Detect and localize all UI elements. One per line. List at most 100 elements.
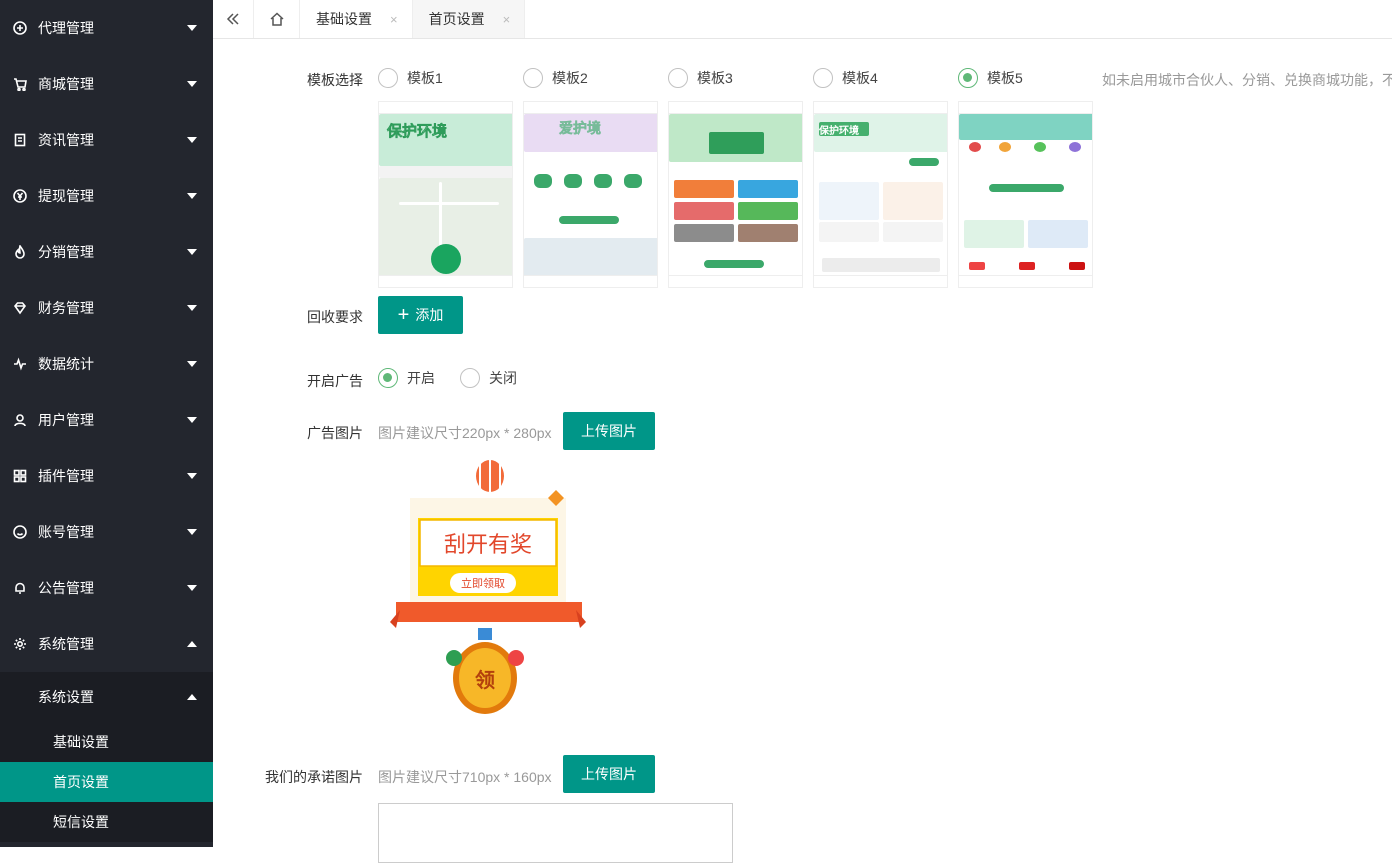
bell-icon bbox=[12, 580, 28, 596]
sidebar-item-label: 资讯管理 bbox=[38, 132, 94, 148]
ad-enable-label: 开启广告 bbox=[307, 373, 363, 389]
template-radio-1[interactable]: 模板1 bbox=[378, 68, 443, 88]
chevron-down-icon bbox=[187, 473, 197, 479]
tab-home-settings[interactable]: 首页设置 × bbox=[412, 0, 526, 38]
ad-image-preview: 刮开有奖 立即领取 领 bbox=[388, 458, 588, 718]
chevron-down-icon bbox=[187, 249, 197, 255]
sidebar-item-1[interactable]: 商城管理 bbox=[0, 56, 213, 112]
cart-icon bbox=[12, 76, 28, 92]
sidebar-submenu-system-settings[interactable]: 系统设置 bbox=[0, 672, 213, 722]
document-icon bbox=[12, 132, 28, 148]
sidebar-item-9[interactable]: 账号管理 bbox=[0, 504, 213, 560]
sidebar-item-11[interactable]: 系统管理 bbox=[0, 616, 213, 672]
recycle-label: 回收要求 bbox=[307, 309, 363, 325]
sidebar-item-label: 财务管理 bbox=[38, 300, 94, 316]
chevron-down-icon bbox=[187, 81, 197, 87]
promise-image-placeholder bbox=[378, 803, 733, 863]
submenu-label: 系统设置 bbox=[38, 689, 94, 705]
tab-bar: 基础设置 × 首页设置 × bbox=[213, 0, 1392, 39]
chevron-up-icon bbox=[187, 694, 197, 700]
sidebar-item-label: 分销管理 bbox=[38, 244, 94, 260]
template-radio-2[interactable]: 模板2 bbox=[523, 68, 588, 88]
sidebar-item-home-settings[interactable]: 首页设置 bbox=[0, 762, 213, 802]
close-icon[interactable]: × bbox=[390, 12, 398, 27]
sidebar-item-2[interactable]: 资讯管理 bbox=[0, 112, 213, 168]
smile-icon bbox=[12, 524, 28, 540]
home-icon bbox=[269, 12, 284, 26]
sidebar-item-label: 插件管理 bbox=[38, 468, 94, 484]
radio-label: 模板4 bbox=[842, 70, 878, 86]
sidebar-item-6[interactable]: 数据统计 bbox=[0, 336, 213, 392]
ad-title: 刮开有奖 bbox=[443, 532, 532, 557]
tab-label: 首页设置 bbox=[428, 11, 485, 27]
template-radio-3[interactable]: 模板3 bbox=[668, 68, 733, 88]
sidebar-item-label: 公告管理 bbox=[38, 580, 94, 596]
diamond-icon bbox=[12, 300, 28, 316]
chevron-down-icon bbox=[187, 305, 197, 311]
promise-image-label: 我们的承诺图片 bbox=[265, 769, 363, 785]
radio-circle-icon bbox=[813, 68, 833, 88]
radio-label: 模板3 bbox=[697, 70, 733, 86]
grid-icon bbox=[12, 468, 28, 484]
collapse-sidebar-button[interactable] bbox=[213, 0, 254, 38]
template-preview-5[interactable] bbox=[958, 101, 1093, 288]
template-radio-5[interactable]: 模板5 bbox=[958, 68, 1023, 88]
sidebar-item-7[interactable]: 用户管理 bbox=[0, 392, 213, 448]
tab-label: 基础设置 bbox=[316, 11, 372, 27]
template-preview-1[interactable]: 保护环境 bbox=[378, 101, 513, 288]
template-preview-4[interactable]: 保护环境 bbox=[813, 101, 948, 288]
ad-on-radio[interactable]: 开启 bbox=[378, 368, 435, 388]
ad-coin-text: 领 bbox=[475, 669, 495, 692]
chevron-down-icon bbox=[187, 361, 197, 367]
ad-claim-text: 立即领取 bbox=[461, 578, 505, 590]
sidebar-item-sms-settings[interactable]: 短信设置 bbox=[0, 802, 213, 842]
radio-label: 开启 bbox=[407, 370, 435, 386]
sidebar-item-basic-settings[interactable]: 基础设置 bbox=[0, 722, 213, 762]
main-content: 模板选择 模板1 模板2 模板3 模板4 模板5 如未启用城市合伙人、分销、兑换… bbox=[213, 40, 1392, 863]
pulse-icon bbox=[12, 356, 28, 372]
sidebar-item-10[interactable]: 公告管理 bbox=[0, 560, 213, 616]
chevron-down-icon bbox=[187, 137, 197, 143]
chevron-down-icon bbox=[187, 25, 197, 31]
close-icon[interactable]: × bbox=[503, 12, 511, 27]
user-icon bbox=[12, 412, 28, 428]
sidebar: 代理管理商城管理资讯管理提现管理分销管理财务管理数据统计用户管理插件管理账号管理… bbox=[0, 0, 213, 847]
template-preview-2[interactable]: 爱护境 bbox=[523, 101, 658, 288]
banner-text: 爱护境 bbox=[559, 120, 602, 137]
chevron-down-icon bbox=[187, 417, 197, 423]
banner-text: 保护环境 bbox=[387, 123, 448, 141]
sidebar-item-4[interactable]: 分销管理 bbox=[0, 224, 213, 280]
promise-image-hint: 图片建议尺寸710px * 160px bbox=[378, 769, 552, 785]
plus-circle-icon bbox=[12, 20, 28, 36]
yen-icon bbox=[12, 188, 28, 204]
home-tab-button[interactable] bbox=[254, 0, 300, 38]
sidebar-item-5[interactable]: 财务管理 bbox=[0, 280, 213, 336]
sidebar-item-label: 用户管理 bbox=[38, 412, 94, 428]
double-chevron-left-icon bbox=[226, 13, 239, 25]
radio-label: 模板1 bbox=[407, 70, 443, 86]
sidebar-item-3[interactable]: 提现管理 bbox=[0, 168, 213, 224]
radio-label: 模板5 bbox=[987, 70, 1023, 86]
gear-icon bbox=[12, 636, 28, 652]
template-preview-3[interactable] bbox=[668, 101, 803, 288]
tab-basic-settings[interactable]: 基础设置 × bbox=[300, 0, 413, 38]
promise-upload-button[interactable]: 上传图片 bbox=[563, 755, 655, 793]
template-radio-4[interactable]: 模板4 bbox=[813, 68, 878, 88]
sidebar-item-0[interactable]: 代理管理 bbox=[0, 0, 213, 56]
sidebar-item-8[interactable]: 插件管理 bbox=[0, 448, 213, 504]
ad-off-radio[interactable]: 关闭 bbox=[460, 368, 517, 388]
template-hint: 如未启用城市合伙人、分销、兑换商城功能，不 bbox=[1102, 72, 1392, 88]
radio-label: 关闭 bbox=[489, 370, 517, 386]
sidebar-item-label: 账号管理 bbox=[38, 524, 94, 540]
sidebar-item-label: 提现管理 bbox=[38, 188, 94, 204]
radio-circle-icon bbox=[958, 68, 978, 88]
template-label: 模板选择 bbox=[307, 72, 363, 88]
chevron-down-icon bbox=[187, 193, 197, 199]
ad-image-label: 广告图片 bbox=[307, 425, 363, 441]
banner-text: 保护环境 bbox=[819, 122, 869, 137]
ad-image-hint: 图片建议尺寸220px * 280px bbox=[378, 425, 552, 441]
sidebar-item-label: 商城管理 bbox=[38, 76, 94, 92]
ad-upload-button[interactable]: 上传图片 bbox=[563, 412, 655, 450]
add-button[interactable]: + 添加 bbox=[378, 296, 463, 334]
plus-icon: + bbox=[397, 304, 410, 326]
